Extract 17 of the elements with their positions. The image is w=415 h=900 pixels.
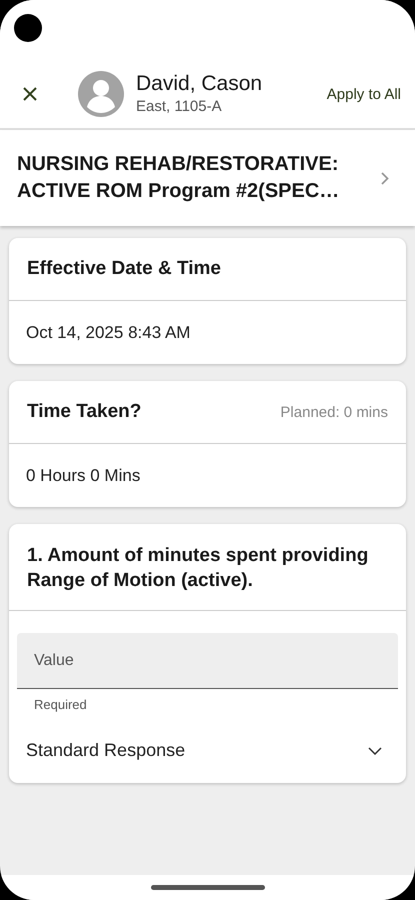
patient-location: East, 1105-A: [136, 97, 223, 117]
patient-name: David, Cason: [136, 71, 264, 97]
card-value[interactable]: 0 Hours 0 Mins: [26, 466, 140, 486]
value-input-field[interactable]: Value: [17, 633, 398, 689]
card-title: Effective Date & Time: [27, 258, 221, 280]
chevron-down-icon: [368, 746, 382, 754]
question-text: 1. Amount of minutes spent providing Range of Motion (active).: [27, 545, 368, 591]
program-title-button[interactable]: NURSING REHAB/RESTORATIVE: ACTIVE ROM Program #2(SPEC…: [0, 130, 415, 226]
helper-text: Required: [34, 697, 88, 712]
planned-time: Planned: 0 mins: [280, 404, 388, 420]
avatar: [78, 71, 124, 117]
close-icon: [22, 86, 38, 102]
card-value[interactable]: Oct 14, 2025 8:43 AM: [26, 322, 190, 342]
apply-to-all-button[interactable]: Apply to All: [326, 80, 401, 108]
card-title: Time Taken?: [27, 401, 142, 423]
chevron-right-icon: [381, 172, 389, 184]
standard-response-dropdown[interactable]: Standard Response: [9, 740, 406, 783]
